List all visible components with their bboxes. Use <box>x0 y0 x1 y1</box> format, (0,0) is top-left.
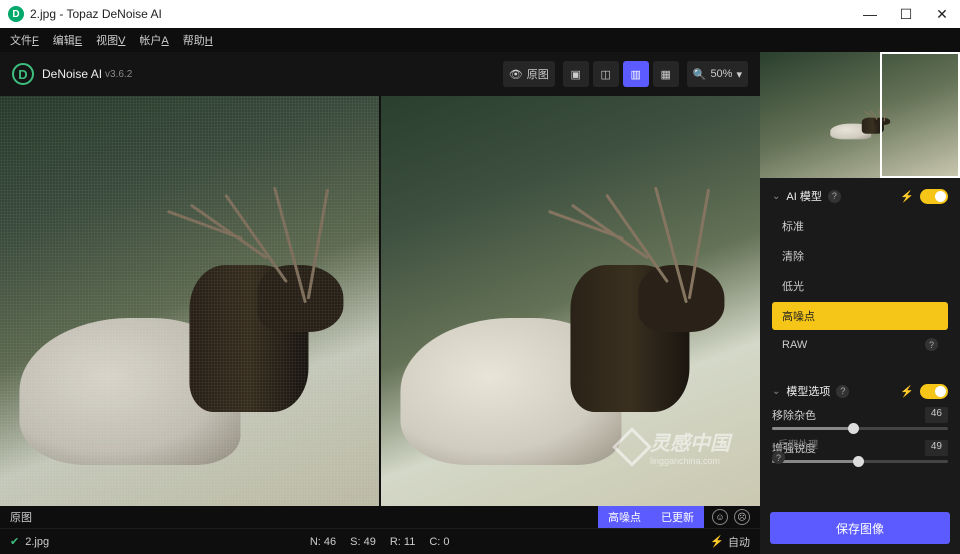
view-grid-button[interactable]: ▦ <box>653 61 679 87</box>
model-option-severe[interactable]: 高噪点 <box>772 302 948 330</box>
app-icon: D <box>8 6 24 22</box>
preview-original <box>0 96 379 506</box>
postprocess-panel-header[interactable]: › 后期处理 ? <box>772 436 818 464</box>
bolt-icon: ⚡ <box>900 190 914 203</box>
app-version-label: v3.6.2 <box>105 69 132 80</box>
logo-icon: D <box>12 63 34 85</box>
eye-off-icon: 👁 <box>509 68 523 81</box>
ai-model-panel-header[interactable]: ⌄ AI 模型 ? ⚡ <box>772 188 948 204</box>
magnifier-icon: 🔍 <box>693 68 707 81</box>
smile-icon-button[interactable]: ☺ <box>712 509 728 525</box>
bolt-icon: ⚡ <box>900 385 914 398</box>
bolt-icon: ⚡ <box>710 535 724 548</box>
window-titlebar: D 2.jpg - Topaz DeNoise AI — ☐ ✕ <box>0 0 960 28</box>
remove-noise-slider[interactable] <box>772 427 948 430</box>
model-option-raw[interactable]: RAW? <box>772 332 948 357</box>
model-option-lowlight[interactable]: 低光 <box>772 272 948 300</box>
model-options-auto-toggle[interactable] <box>920 384 948 399</box>
status-bar-upper: 原图 高噪点 已更新 ☺ ☹ <box>0 506 760 528</box>
side-by-side-icon: ▥ <box>631 68 641 81</box>
sharpen-value: 49 <box>925 440 948 456</box>
model-option-clear[interactable]: 清除 <box>772 242 948 270</box>
window-title: 2.jpg - Topaz DeNoise AI <box>30 7 860 21</box>
split-view-icon: ◫ <box>601 68 611 81</box>
chevron-down-icon: ⌄ <box>772 191 780 202</box>
grid-view-icon: ▦ <box>661 68 671 81</box>
navigator-viewport-box[interactable] <box>880 52 960 178</box>
model-status-chip: 高噪点 已更新 <box>598 506 704 528</box>
right-sidebar: ⌄ AI 模型 ? ⚡ 标准 清除 低光 高噪点 RAW? ⌄ 模型选项 ? <box>760 52 960 554</box>
help-icon[interactable]: ? <box>828 190 841 203</box>
stat-c: C: 0 <box>429 536 449 548</box>
check-icon: ✔ <box>10 535 19 548</box>
maximize-button[interactable]: ☐ <box>896 6 916 23</box>
stat-n: N: 46 <box>310 536 336 548</box>
stat-r: R: 11 <box>390 536 415 548</box>
preview-area[interactable]: 灵感中国lingganchina.com <box>0 96 760 506</box>
help-icon[interactable]: ? <box>772 451 785 464</box>
menu-file[interactable]: 文件F <box>10 32 39 48</box>
single-view-icon: ▣ <box>571 68 581 81</box>
top-toolbar: D DeNoise AI v3.6.2 👁 原图 ▣ ◫ ▥ ▦ 🔍 50% ▾ <box>0 52 760 96</box>
close-button[interactable]: ✕ <box>932 6 952 23</box>
view-split-button[interactable]: ◫ <box>593 61 619 87</box>
ai-model-auto-toggle[interactable] <box>920 189 948 204</box>
toggle-original-button[interactable]: 👁 原图 <box>503 61 555 87</box>
chevron-right-icon: › <box>772 440 775 451</box>
zoom-dropdown[interactable]: 🔍 50% ▾ <box>687 61 748 87</box>
view-sidebyside-button[interactable]: ▥ <box>623 61 649 87</box>
current-file-label: 2.jpg <box>25 536 49 548</box>
view-single-button[interactable]: ▣ <box>563 61 589 87</box>
help-icon[interactable]: ? <box>836 385 849 398</box>
app-name-label: DeNoise AI <box>42 67 102 81</box>
minimize-button[interactable]: — <box>860 6 880 23</box>
status-bar-lower: ✔ 2.jpg N: 46 S: 49 R: 11 C: 0 ⚡ 自动 <box>0 528 760 554</box>
menu-account[interactable]: 帐户A <box>139 32 168 48</box>
original-label: 原图 <box>10 509 32 525</box>
chevron-down-icon: ▾ <box>736 68 742 81</box>
remove-noise-value: 46 <box>925 407 948 423</box>
save-image-button[interactable]: 保存图像 <box>770 512 950 544</box>
remove-noise-label: 移除杂色 <box>772 407 816 423</box>
auto-label: 自动 <box>728 534 750 550</box>
chevron-down-icon: ⌄ <box>772 386 780 397</box>
preview-processed <box>381 96 760 506</box>
model-option-standard[interactable]: 标准 <box>772 212 948 240</box>
model-options-panel-header[interactable]: ⌄ 模型选项 ? ⚡ <box>772 383 948 399</box>
menu-help[interactable]: 帮助H <box>183 32 213 48</box>
navigator-thumbnail[interactable] <box>760 52 960 178</box>
stat-s: S: 49 <box>350 536 376 548</box>
menu-edit[interactable]: 编辑E <box>53 32 82 48</box>
help-icon[interactable]: ? <box>925 338 938 351</box>
menu-view[interactable]: 视图V <box>96 32 125 48</box>
sad-icon-button[interactable]: ☹ <box>734 509 750 525</box>
menu-bar: 文件F 编辑E 视图V 帐户A 帮助H <box>0 28 960 52</box>
